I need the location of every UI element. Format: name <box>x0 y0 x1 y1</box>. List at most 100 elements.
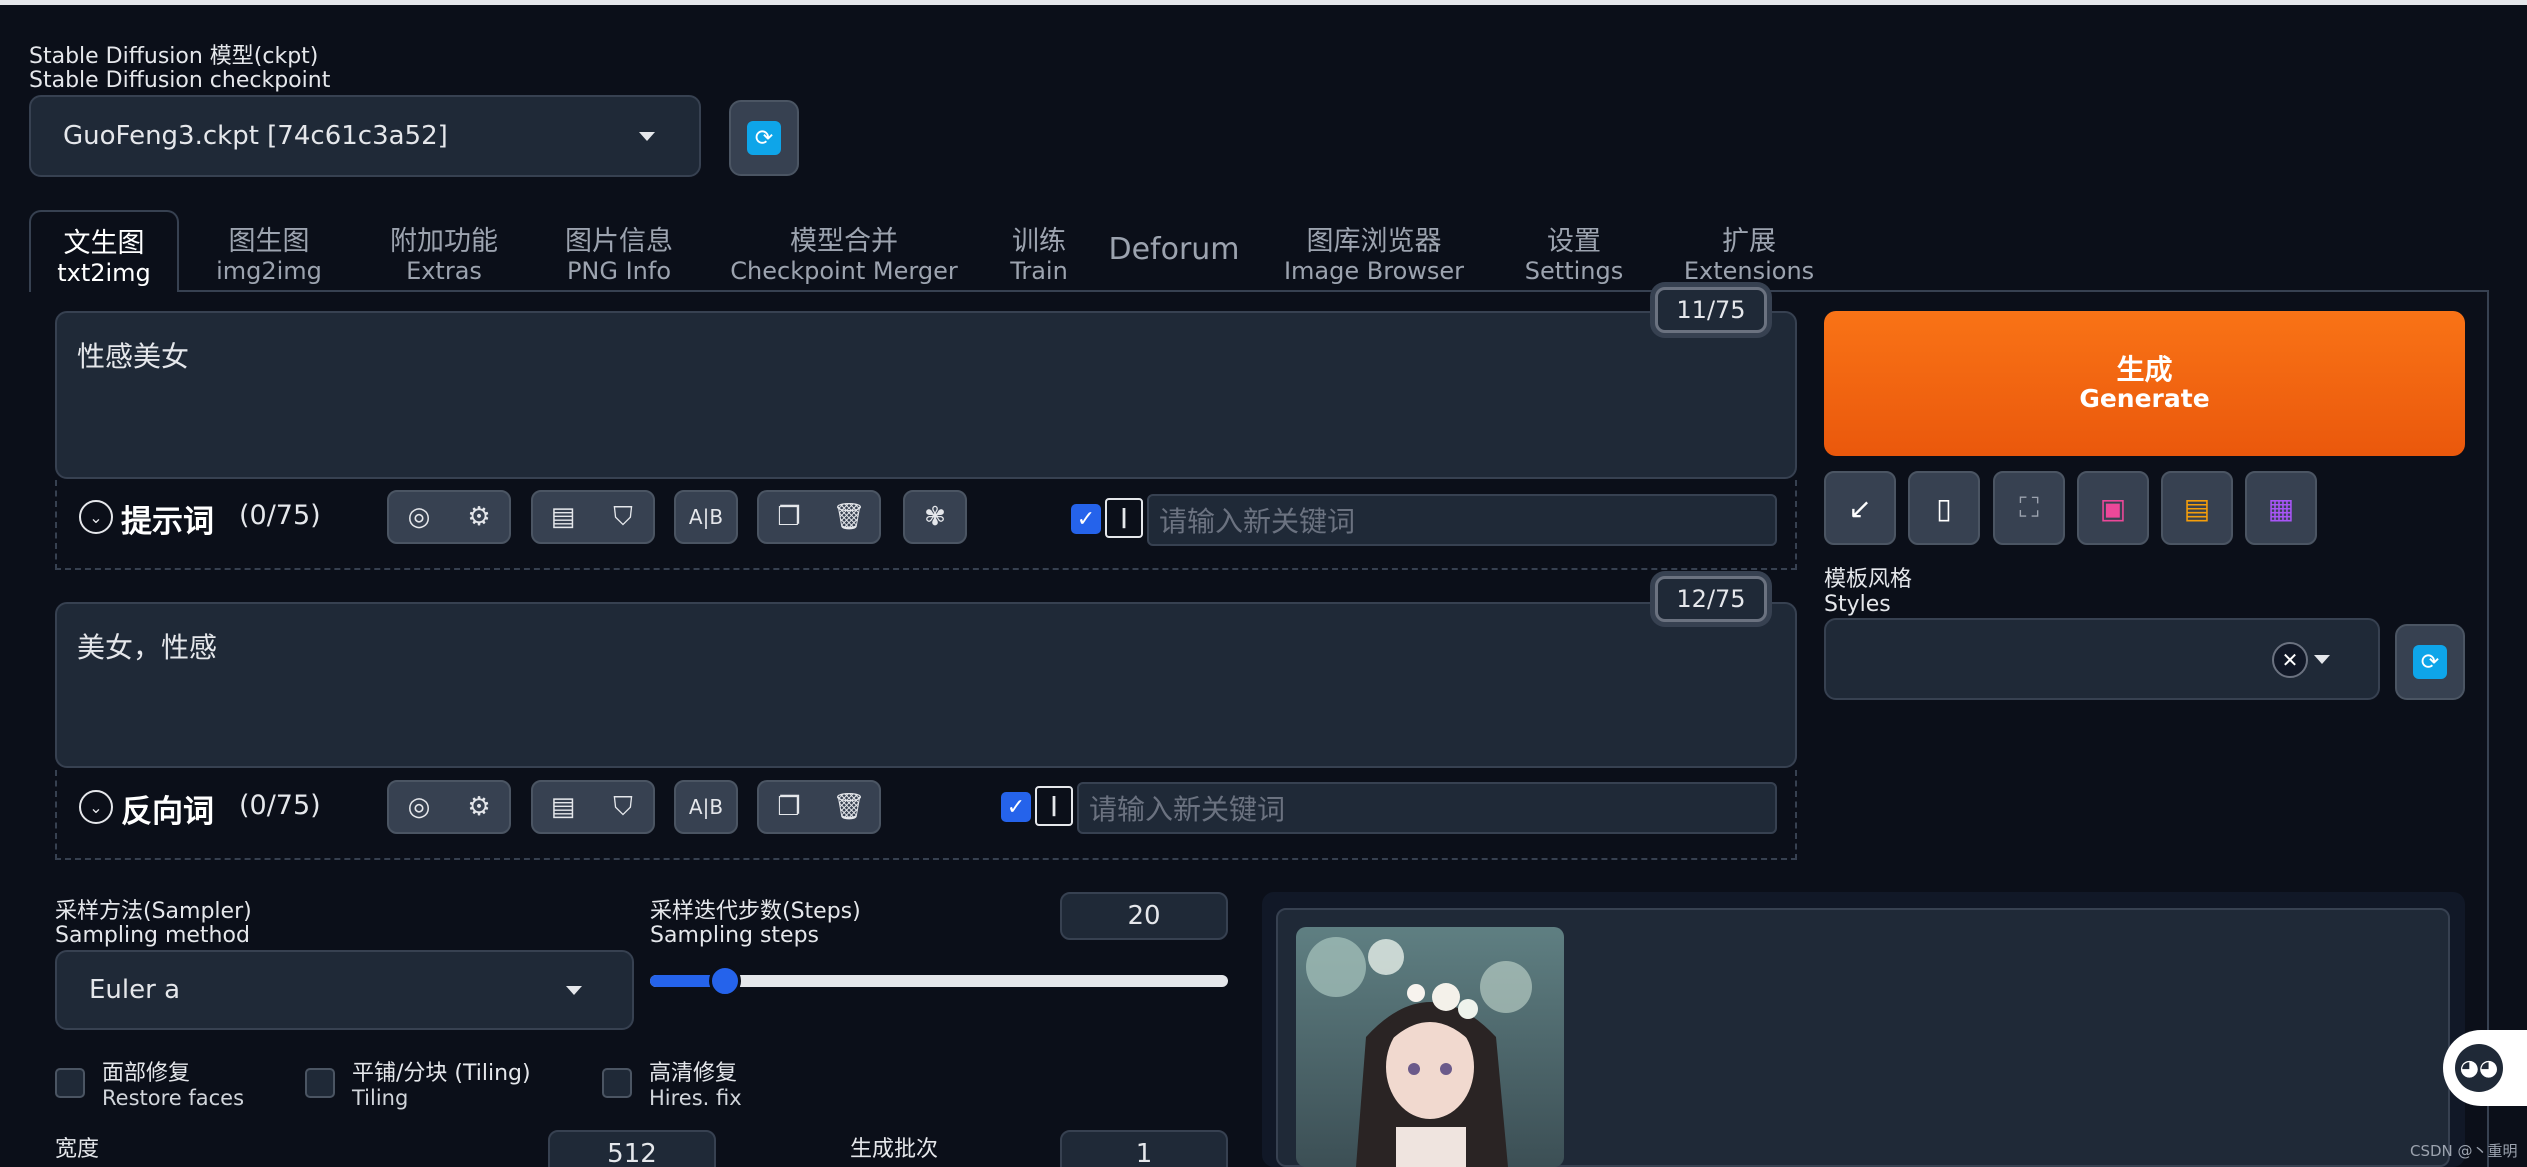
width-label: 宽度 <box>55 1137 100 1162</box>
batch-count-label: 生成批次 <box>850 1137 939 1162</box>
clear-button[interactable]: ⛶ <box>1993 471 2065 545</box>
tab-label-cn: 附加功能 <box>390 226 498 257</box>
steps-number-input[interactable]: 20 <box>1060 892 1228 940</box>
clear-icon[interactable]: ✕ <box>2272 642 2308 678</box>
tab-extras[interactable]: 附加功能 Extras <box>359 210 529 292</box>
prompt-textarea[interactable]: 性感美女 <box>55 311 1797 479</box>
extra-networks-button[interactable]: ▣ <box>2077 471 2149 545</box>
sampler-select[interactable]: Euler a <box>55 950 634 1030</box>
negative-toolbar: ⌄ 反向词 (0/75) ◎ ⚙ ▤ ⛉ A|B ❐ 🗑 ✓ I 请输入新关键词 <box>55 770 1797 860</box>
text-cursor-icon: I <box>1035 786 1073 826</box>
steps-slider-thumb[interactable] <box>709 965 742 997</box>
tiling-label-en: Tiling <box>352 1086 409 1110</box>
history-icon[interactable]: ▤ <box>543 502 583 532</box>
globe-icon[interactable]: ◎ <box>399 502 439 532</box>
copy-delete-group: ❐ 🗑 <box>757 780 881 834</box>
gear-icon[interactable]: ⚙ <box>459 502 499 532</box>
tab-deforum[interactable]: Deforum <box>1099 210 1249 292</box>
negative-prompt-textarea[interactable]: 美女，性感 <box>55 602 1797 768</box>
apply-style-button[interactable]: ▤ <box>2161 471 2233 545</box>
prompt-keyword-input[interactable]: 请输入新关键词 <box>1147 494 1777 546</box>
ab-translate-icon[interactable]: A|B <box>686 795 726 819</box>
styles-refresh-button[interactable]: ⟳ <box>2395 624 2465 700</box>
save-style-button[interactable]: ▦ <box>2245 471 2317 545</box>
prompt-toolbar-count: (0/75) <box>239 500 321 531</box>
negative-toolbar-count: (0/75) <box>239 790 321 821</box>
ab-translate-icon[interactable]: A|B <box>686 505 726 529</box>
tab-txt2img[interactable]: 文生图 txt2img <box>29 210 179 292</box>
tab-image-browser[interactable]: 图库浏览器 Image Browser <box>1269 210 1479 292</box>
styles-label-en: Styles <box>1824 592 1891 617</box>
trash-icon[interactable]: 🗑 <box>829 792 869 822</box>
openai-group: ✾ <box>903 490 967 544</box>
read-params-button[interactable]: ↙ <box>1824 471 1896 545</box>
tab-extensions[interactable]: 扩展 Extensions <box>1669 210 1829 292</box>
tab-label-en: Train <box>1010 257 1068 285</box>
checkpoint-label-en: Stable Diffusion checkpoint <box>29 68 331 93</box>
prompt-token-counter: 11/75 <box>1655 287 1767 333</box>
tab-label-en: Extensions <box>1683 257 1815 285</box>
translate-settings-group: ◎ ⚙ <box>387 490 511 544</box>
gear-icon[interactable]: ⚙ <box>459 792 499 822</box>
negative-keyword-input[interactable]: 请输入新关键词 <box>1077 782 1777 834</box>
paste-button[interactable]: ▯ <box>1908 471 1980 545</box>
generate-button[interactable]: 生成 Generate <box>1824 311 2465 456</box>
negative-toolbar-title: 反向词 <box>121 794 214 830</box>
refresh-icon: ⟳ <box>2413 645 2447 679</box>
trash-icon[interactable]: 🗑 <box>829 502 869 532</box>
keyword-enable-checkbox[interactable]: ✓ <box>1001 792 1031 822</box>
ab-group: A|B <box>674 780 738 834</box>
top-border <box>0 0 2527 5</box>
tiling-checkbox[interactable] <box>305 1068 335 1098</box>
hires-fix-checkbox[interactable] <box>602 1068 632 1098</box>
width-number-input[interactable]: 512 <box>548 1130 716 1167</box>
prompt-toolbar: ⌄ 提示词 (0/75) ◎ ⚙ ▤ ⛉ A|B ❐ 🗑 ✾ ✓ I 请输入新关… <box>55 480 1797 570</box>
bookmark-icon[interactable]: ⛉ <box>603 792 643 823</box>
styles-label-cn: 模板风格 <box>1824 567 1913 592</box>
chevron-down-icon <box>639 132 655 141</box>
tab-train[interactable]: 训练 Train <box>984 210 1094 292</box>
ab-group: A|B <box>674 490 738 544</box>
gallery-thumbnail[interactable] <box>1296 927 1564 1167</box>
tab-label-cn: 文生图 <box>63 228 145 259</box>
copy-icon[interactable]: ❐ <box>769 502 809 532</box>
tab-label-en: img2img <box>216 257 322 285</box>
collapse-icon[interactable]: ⌄ <box>79 790 113 824</box>
tab-label-cn: 图生图 <box>228 226 310 257</box>
sampler-label-en: Sampling method <box>55 923 250 948</box>
checkpoint-value: GuoFeng3.ckpt [74c61c3a52] <box>63 121 448 151</box>
copy-icon[interactable]: ❐ <box>769 792 809 822</box>
batch-count-input[interactable]: 1 <box>1060 1130 1228 1167</box>
tab-label-en: Settings <box>1524 257 1624 285</box>
tab-label-en: PNG Info <box>566 257 672 285</box>
collapse-icon[interactable]: ⌄ <box>79 500 113 534</box>
hires-fix-label-cn: 高清修复 <box>649 1061 738 1086</box>
card-icon: ▣ <box>2099 491 2127 525</box>
restore-faces-label-cn: 面部修复 <box>102 1061 191 1086</box>
hires-fix-label-en: Hires. fix <box>649 1086 742 1110</box>
checkpoint-label-cn: Stable Diffusion 模型(ckpt) <box>29 44 319 69</box>
checkpoint-refresh-button[interactable]: ⟳ <box>729 100 799 176</box>
generated-image <box>1296 927 1564 1167</box>
assistant-float-button[interactable]: ◕◕ <box>2443 1030 2527 1106</box>
prompt-toolbar-title: 提示词 <box>121 504 214 540</box>
keyword-enable-checkbox[interactable]: ✓ <box>1071 504 1101 534</box>
tab-checkpoint-merger[interactable]: 模型合并 Checkpoint Merger <box>714 210 974 292</box>
tab-label-cn: 图片信息 <box>565 226 673 257</box>
tab-settings[interactable]: 设置 Settings <box>1499 210 1649 292</box>
tab-img2img[interactable]: 图生图 img2img <box>189 210 349 292</box>
text-cursor-icon: I <box>1105 498 1143 538</box>
globe-icon[interactable]: ◎ <box>399 792 439 822</box>
styles-select[interactable]: ✕ <box>1824 618 2380 700</box>
tab-label-cn: 扩展 <box>1722 226 1776 257</box>
negative-prompt-text: 美女，性感 <box>77 631 218 664</box>
tiling-label-cn: 平铺/分块 (Tiling) <box>352 1061 531 1086</box>
restore-faces-checkbox[interactable] <box>55 1068 85 1098</box>
tab-png-info[interactable]: 图片信息 PNG Info <box>534 210 704 292</box>
tab-label-cn: 训练 <box>1012 226 1066 257</box>
history-icon[interactable]: ▤ <box>543 792 583 822</box>
openai-icon[interactable]: ✾ <box>915 502 955 532</box>
bookmark-icon[interactable]: ⛉ <box>603 502 643 533</box>
chevron-down-icon <box>566 986 582 995</box>
checkpoint-select[interactable]: GuoFeng3.ckpt [74c61c3a52] <box>29 95 701 177</box>
